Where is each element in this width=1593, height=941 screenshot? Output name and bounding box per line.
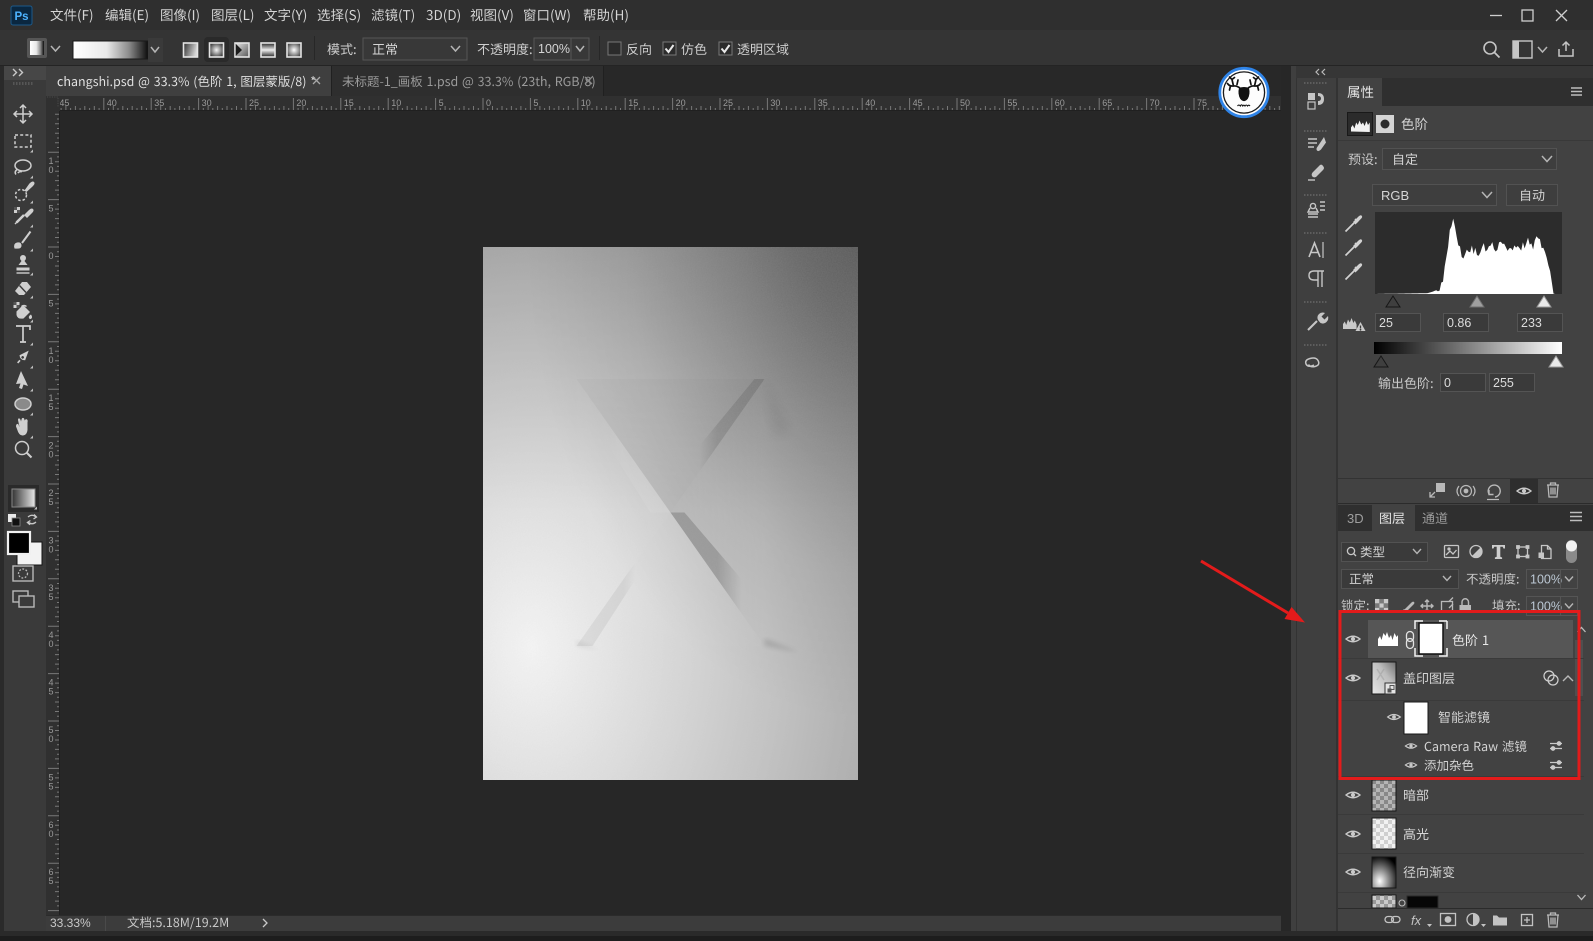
svg-text:30: 30 [202, 98, 212, 108]
svg-text:0: 0 [486, 98, 491, 108]
svg-text:255: 255 [1493, 376, 1514, 390]
svg-text:3D: 3D [1347, 511, 1364, 526]
svg-text:233: 233 [1521, 316, 1542, 330]
svg-text:5: 5 [49, 298, 54, 308]
svg-text:60: 60 [1055, 98, 1065, 108]
svg-text:0: 0 [49, 734, 54, 744]
svg-text:Ps: Ps [15, 11, 29, 23]
svg-text:30: 30 [770, 98, 780, 108]
svg-text:20: 20 [676, 98, 686, 108]
svg-text:0: 0 [49, 355, 54, 365]
svg-text:5: 5 [49, 592, 54, 602]
svg-text:25: 25 [723, 98, 733, 108]
svg-text:fx: fx [1411, 913, 1422, 928]
svg-text:33.33%: 33.33% [50, 916, 91, 930]
svg-text:5: 5 [49, 497, 54, 507]
svg-text:0: 0 [49, 450, 54, 460]
svg-text:100%: 100% [538, 42, 570, 56]
svg-text:35: 35 [818, 98, 828, 108]
svg-text:10: 10 [391, 98, 401, 108]
svg-text:25: 25 [1379, 316, 1393, 330]
svg-text:0: 0 [49, 165, 54, 175]
svg-text:50: 50 [960, 98, 970, 108]
svg-text:35: 35 [154, 98, 164, 108]
svg-text:20: 20 [296, 98, 306, 108]
svg-text:75: 75 [1197, 98, 1207, 108]
svg-text:45: 45 [59, 98, 69, 108]
svg-text:5: 5 [49, 876, 54, 886]
svg-text:5: 5 [49, 687, 54, 697]
svg-text:25: 25 [249, 98, 259, 108]
svg-text:0: 0 [1444, 376, 1451, 390]
svg-text:15: 15 [628, 98, 638, 108]
svg-text:5: 5 [533, 98, 538, 108]
svg-text:40: 40 [865, 98, 875, 108]
svg-text:0: 0 [49, 639, 54, 649]
svg-text:5: 5 [49, 781, 54, 791]
svg-text:0: 0 [49, 251, 54, 261]
svg-text:45: 45 [913, 98, 923, 108]
svg-text:5: 5 [439, 98, 444, 108]
svg-text:0: 0 [49, 544, 54, 554]
svg-text:5: 5 [49, 204, 54, 214]
svg-text:55: 55 [1007, 98, 1017, 108]
svg-text:5: 5 [49, 402, 54, 412]
svg-text:65: 65 [1102, 98, 1112, 108]
svg-text:40: 40 [107, 98, 117, 108]
svg-text:10: 10 [581, 98, 591, 108]
svg-text:70: 70 [1150, 98, 1160, 108]
svg-text:0.86: 0.86 [1447, 316, 1471, 330]
svg-text:0: 0 [49, 829, 54, 839]
svg-text:100%: 100% [1530, 573, 1562, 587]
svg-text:15: 15 [344, 98, 354, 108]
svg-text:RGB: RGB [1381, 188, 1409, 203]
